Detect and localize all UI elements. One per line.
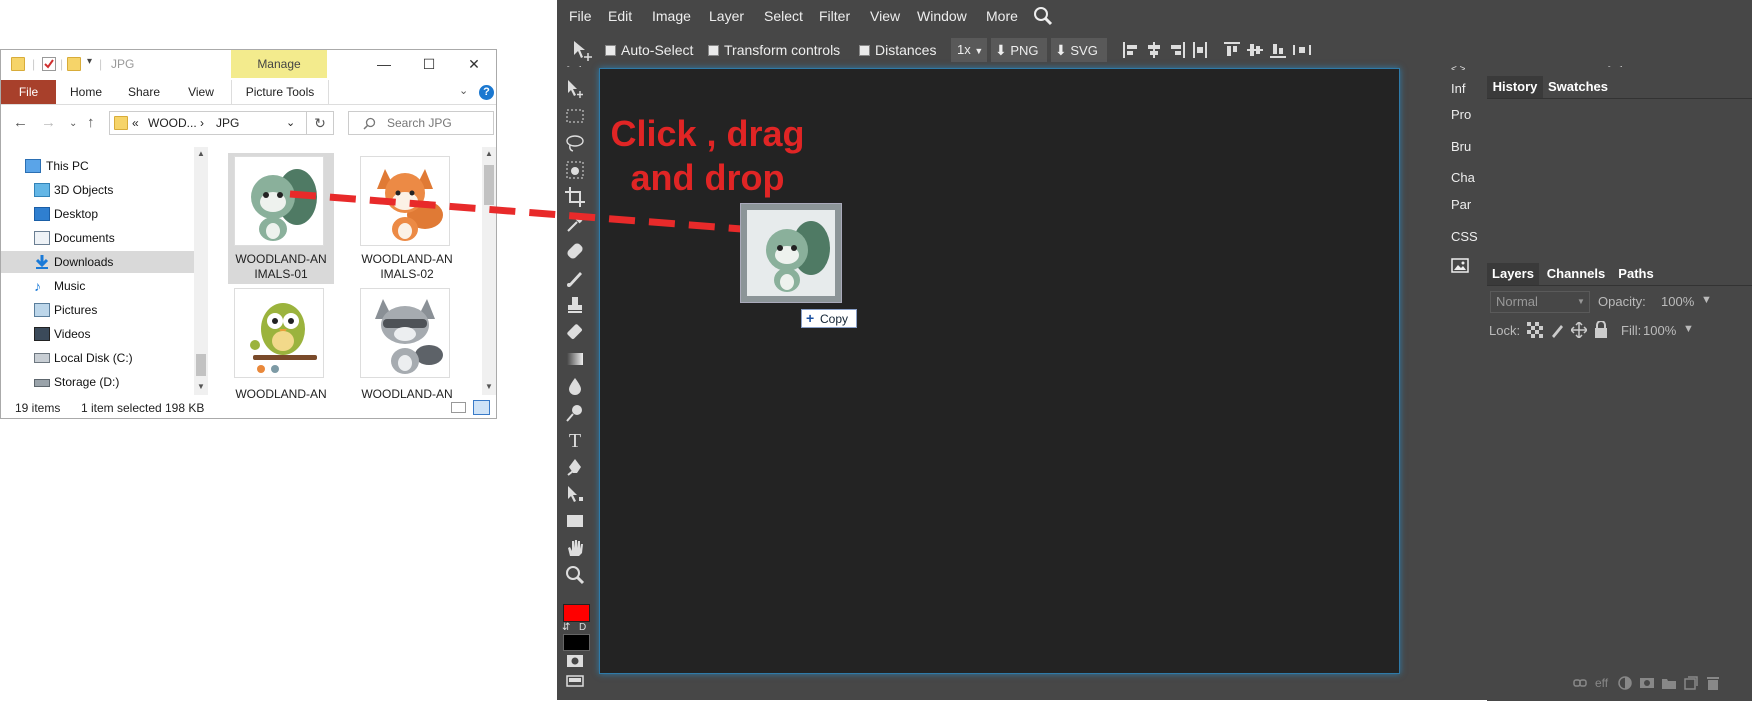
plus-icon: +	[806, 310, 815, 326]
copy-label: Copy	[820, 312, 849, 326]
drag-arrow	[289, 190, 781, 248]
squirrel-icon	[766, 221, 830, 292]
instruction-text: Click , drag and drop	[600, 112, 815, 200]
dragged-image-preview	[740, 203, 842, 303]
dragged-image-thumbnail	[747, 210, 835, 296]
instruction-line: and drop	[630, 157, 785, 198]
instruction-line: Click , drag	[610, 113, 805, 154]
copy-drop-tooltip: + Copy	[801, 309, 857, 328]
